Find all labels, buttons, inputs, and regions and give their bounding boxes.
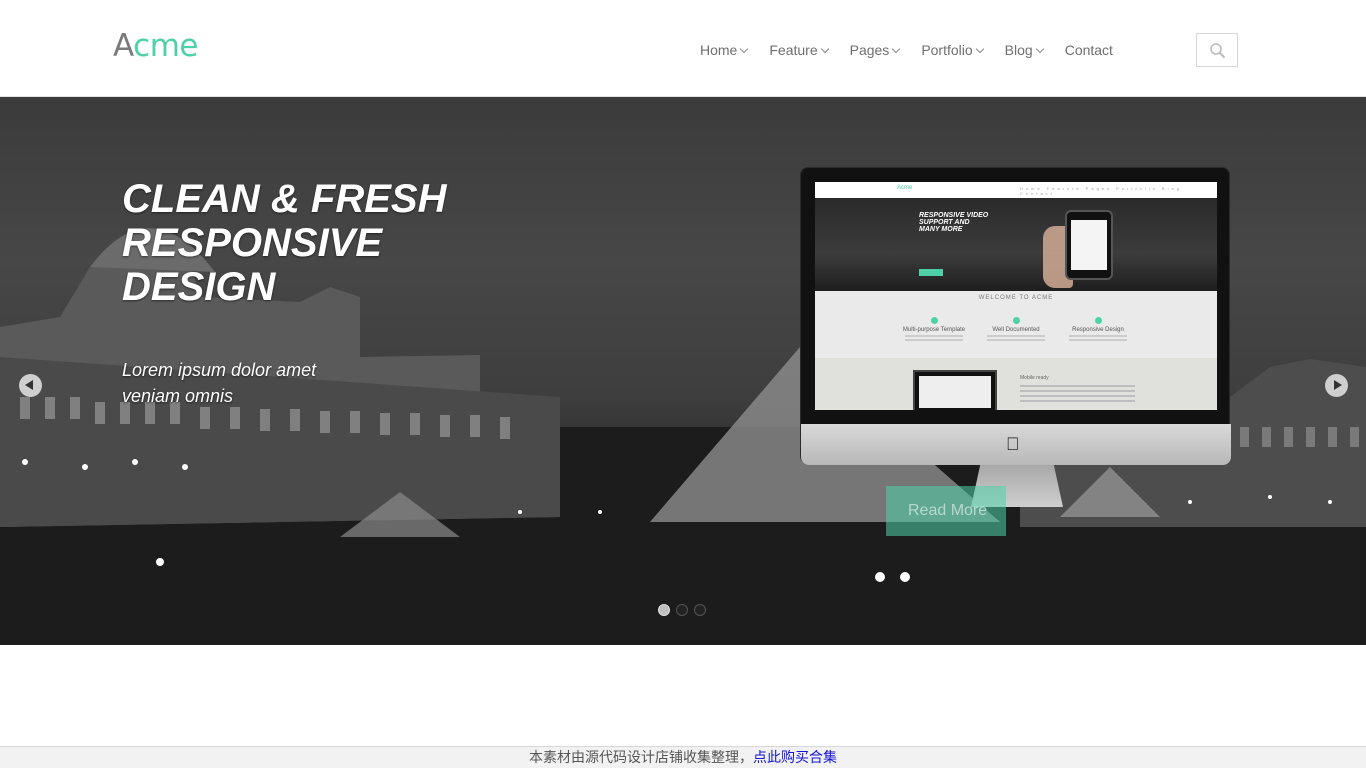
phone-image [1065,210,1113,280]
chevron-down-icon [975,44,984,53]
chevron-down-icon [892,44,901,53]
hero-title-line: CLEAN & FRESH [122,177,447,221]
read-more-button[interactable]: Read More [886,486,1006,536]
apple-logo-icon:  [1006,434,1020,455]
nav-label: Pages [849,42,890,58]
search-button[interactable] [1196,33,1238,67]
main-nav: Home Feature Pages Portfolio Blog Contac… [700,42,1135,58]
search-icon [1210,43,1226,59]
hero-subtitle: Lorem ipsum dolor amet veniam omnis [122,357,382,409]
mockup-welcome: WELCOME TO ACME [978,295,1054,301]
nav-label: Feature [769,42,818,58]
read-more-label: Read More [908,502,988,519]
nav-label: Home [700,42,738,58]
buy-collection-link[interactable]: 点此购买合集 [753,750,837,766]
nav-item-contact[interactable]: Contact [1065,42,1113,58]
check-icon [930,317,938,324]
mockup-feature: Responsive Design [1065,317,1131,343]
nav-item-feature[interactable]: Feature [769,42,829,58]
mockup-text-block: Mobile ready [1020,375,1135,405]
chevron-left-icon [25,380,33,390]
hero-title-line: DESIGN [122,265,276,309]
nav-label: Contact [1064,42,1113,58]
mockup-hero-line: MANY MORE [919,226,963,233]
slider-dot[interactable] [658,604,670,616]
site-header: Acme Home Feature Pages Portfolio Blog C… [0,0,1366,97]
mockup-feature-title: Multi-purpose Template [902,327,966,333]
slider-dot[interactable] [676,604,688,616]
mockup-feature: Multi-purpose Template [901,317,967,343]
nav-item-blog[interactable]: Blog [1004,42,1044,58]
monitor-mockup: Acme Home Feature Pages Portfolio Blog C… [800,167,1231,507]
check-icon [1094,317,1102,324]
hero-slider: CLEAN & FRESH RESPONSIVE DESIGN Lorem ip… [0,97,1366,645]
chevron-down-icon [1035,44,1044,53]
nav-label: Portfolio [921,42,973,58]
mockup-feature-title: Well Documented [992,327,1040,333]
nav-item-home[interactable]: Home [700,42,749,58]
mockup-section-heading: Mobile ready [1020,375,1049,381]
hero-title-line: RESPONSIVE [122,221,383,265]
mockup-nav: Acme Home Feature Pages Portfolio Blog C… [815,182,1217,198]
slider-prev-button[interactable] [19,374,42,397]
mockup-hero-line: RESPONSIVE VIDEO [919,212,989,219]
hero-subtitle-line: Lorem ipsum dolor amet [122,360,317,380]
promo-notice-bar: 本素材由源代码设计店铺收集整理，点此购买合集 [0,746,1366,768]
chevron-down-icon [820,44,829,53]
hero-title: CLEAN & FRESH RESPONSIVE DESIGN [122,177,542,309]
hero-subtitle-line: veniam omnis [122,386,234,406]
logo-rest: cme [133,28,198,64]
nav-item-pages[interactable]: Pages [849,42,901,58]
notice-text: 本素材由源代码设计店铺收集整理， [529,750,753,766]
mockup-nav-links: Home Feature Pages Portfolio Blog Contac… [1020,186,1182,196]
mockup-hero-line: SUPPORT AND [919,219,970,226]
mini-monitor-image [913,370,997,410]
mockup-screen: Acme Home Feature Pages Portfolio Blog C… [815,182,1217,410]
mockup-features: Multi-purpose Template Well Documented R… [901,317,1131,343]
mockup-hero: RESPONSIVE VIDEO SUPPORT AND MANY MORE [815,198,1217,291]
nav-item-portfolio[interactable]: Portfolio [921,42,984,58]
mockup-logo: Acme [897,185,913,191]
site-logo[interactable]: Acme [113,28,198,64]
slider-next-button[interactable] [1325,374,1348,397]
chevron-right-icon [1334,380,1342,390]
logo-first-letter: A [113,28,134,64]
mockup-bottom-section: Mobile ready [815,358,1217,410]
mockup-hero-text: RESPONSIVE VIDEO SUPPORT AND MANY MORE [919,212,1019,233]
chevron-down-icon [740,44,749,53]
slider-pagination [658,604,706,616]
mockup-feature-title: Responsive Design [1072,327,1124,333]
mockup-hero-button [919,269,943,276]
check-icon [1012,317,1020,324]
nav-label: Blog [1004,42,1033,58]
mockup-feature: Well Documented [983,317,1049,343]
slider-dot[interactable] [694,604,706,616]
